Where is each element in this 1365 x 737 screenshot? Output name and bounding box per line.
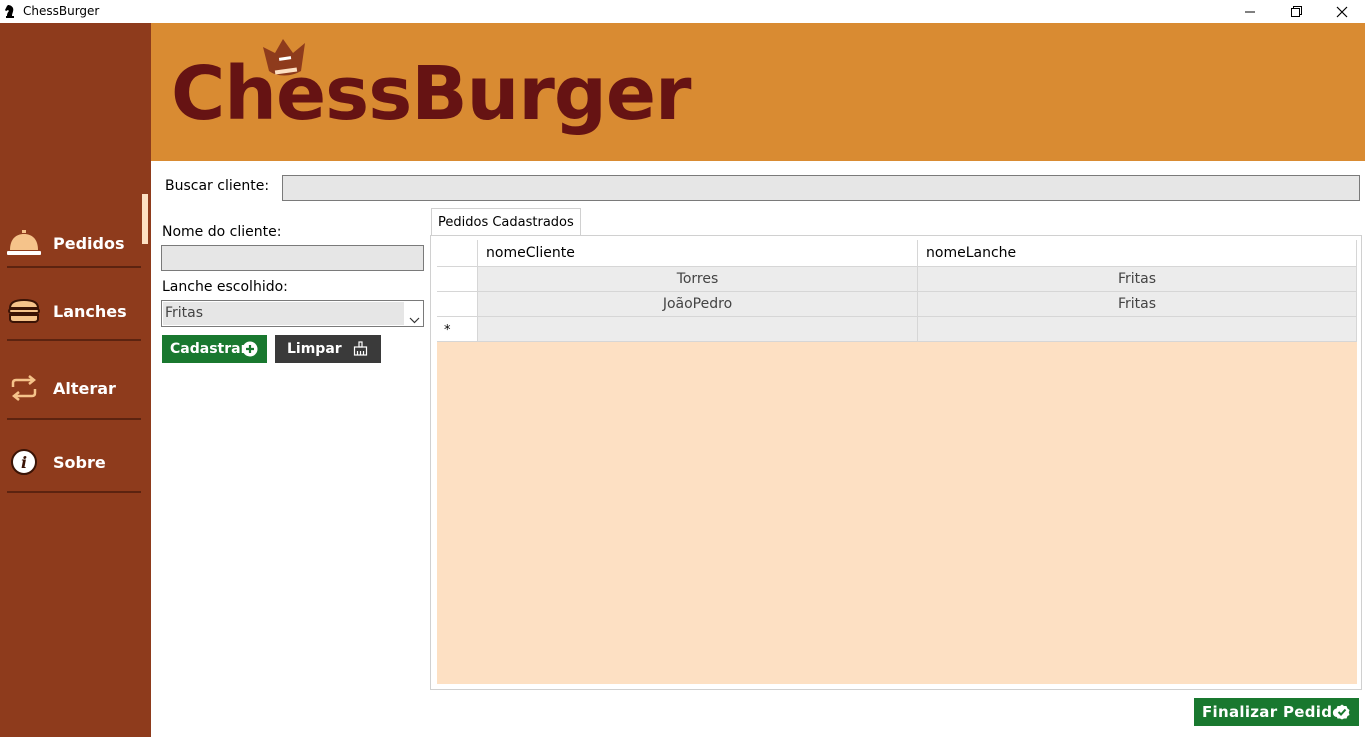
sidebar-item-sobre[interactable]: i Sobre (0, 437, 151, 487)
close-icon (1336, 6, 1348, 17)
table-cell[interactable] (918, 317, 1357, 342)
lanche-select[interactable]: Fritas (161, 300, 424, 327)
column-header-nomelanche[interactable]: nomeLanche (918, 240, 1357, 267)
close-button[interactable] (1319, 0, 1365, 23)
svg-text:i: i (21, 453, 27, 472)
limpar-button[interactable]: Limpar (275, 335, 381, 363)
sidebar-divider (7, 339, 141, 341)
title-bar: ChessBurger (0, 0, 1365, 23)
cadastrar-button[interactable]: Cadastrar (162, 335, 267, 363)
table-cell[interactable]: Torres (478, 267, 918, 292)
sidebar-item-label: Alterar (53, 378, 116, 398)
sidebar-item-pedidos[interactable]: Pedidos (0, 218, 151, 268)
nome-label: Nome do cliente: (162, 224, 282, 240)
tab-pedidos-cadastrados[interactable]: Pedidos Cadastrados (431, 208, 581, 236)
nome-cliente-field[interactable] (161, 245, 424, 271)
cadastrar-button-label: Cadastrar (170, 341, 248, 357)
restore-icon (1290, 6, 1302, 17)
column-header-nomecliente[interactable]: nomeCliente (478, 240, 918, 267)
service-bell-icon (7, 226, 41, 260)
finalizar-pedido-button[interactable]: Finalizar Pedido (1194, 698, 1359, 726)
sidebar-item-label: Sobre (53, 452, 106, 472)
sidebar-divider (7, 418, 141, 420)
lanche-select-value: Fritas (163, 302, 404, 325)
table-row[interactable]: Torres Fritas (437, 267, 1357, 292)
table-row[interactable]: JoãoPedro Fritas (437, 292, 1357, 317)
sidebar-item-label: Lanches (53, 301, 127, 321)
table-cell[interactable]: JoãoPedro (478, 292, 918, 317)
app-logo: ChessBurger (171, 51, 692, 137)
new-row[interactable]: * (437, 317, 1357, 342)
row-header[interactable] (437, 267, 478, 292)
row-header-corner (437, 240, 478, 267)
restore-button[interactable] (1273, 0, 1319, 23)
finalizar-button-label: Finalizar Pedido (1202, 703, 1343, 721)
chess-knight-icon (4, 4, 16, 19)
pedidos-grid[interactable]: nomeCliente nomeLanche Torres Fritas Joã… (437, 240, 1357, 684)
window-title: ChessBurger (23, 4, 100, 18)
burger-icon (7, 294, 41, 328)
sidebar-item-lanches[interactable]: Lanches (0, 286, 151, 336)
limpar-button-label: Limpar (287, 341, 342, 357)
sidebar-divider (7, 491, 141, 493)
broom-icon (353, 341, 368, 360)
crown-icon (261, 39, 311, 85)
info-icon: i (7, 445, 41, 479)
minimize-icon (1245, 11, 1255, 12)
sidebar-item-label: Pedidos (53, 233, 125, 253)
table-cell[interactable]: Fritas (918, 292, 1357, 317)
table-header-row: nomeCliente nomeLanche (437, 240, 1357, 267)
check-badge-icon (1334, 704, 1350, 724)
chevron-down-icon (409, 309, 420, 328)
row-header[interactable] (437, 292, 478, 317)
table-cell[interactable] (478, 317, 918, 342)
lanche-label: Lanche escolhido: (162, 279, 288, 295)
minimize-button[interactable] (1227, 0, 1273, 23)
swap-arrows-icon (7, 371, 41, 405)
sidebar-item-alterar[interactable]: Alterar (0, 363, 151, 413)
new-row-marker[interactable]: * (437, 317, 478, 342)
search-input[interactable] (282, 175, 1360, 201)
sidebar-divider (7, 266, 141, 268)
header-banner: ChessBurger (151, 23, 1365, 161)
plus-circle-icon (242, 341, 258, 361)
search-label: Buscar cliente: (165, 178, 270, 194)
table-cell[interactable]: Fritas (918, 267, 1357, 292)
